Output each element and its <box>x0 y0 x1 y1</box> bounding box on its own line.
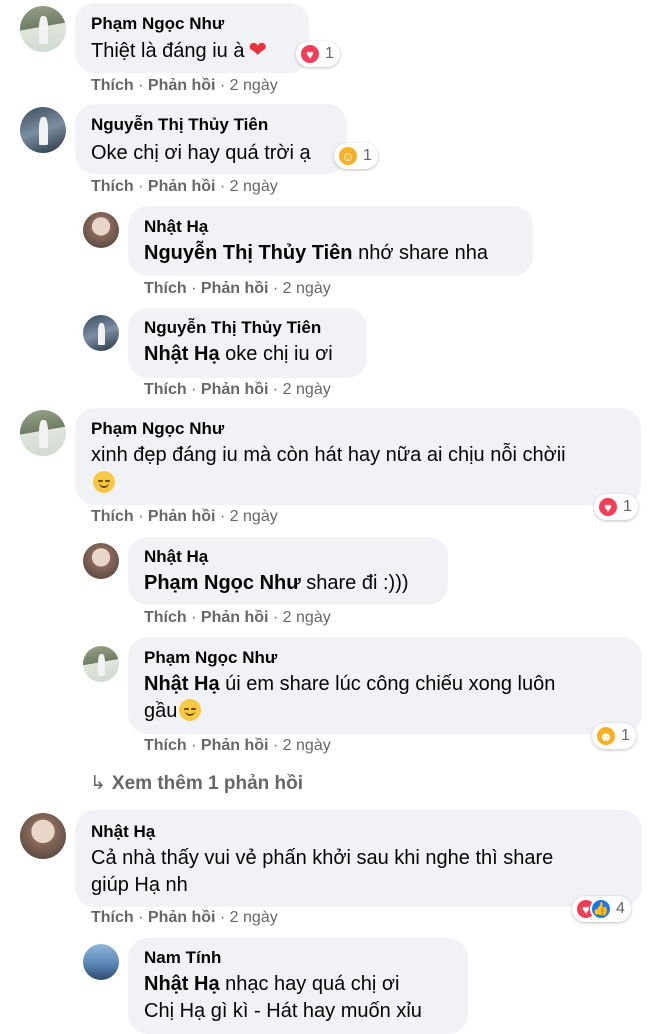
comment-actions: Thích · Phản hồi · 2 ngày <box>144 737 331 754</box>
care-reaction-icon: ☺ <box>337 145 359 167</box>
reply-button[interactable]: Phản hồi <box>201 609 269 626</box>
like-button[interactable]: Thích <box>91 508 134 525</box>
comment-text: Nhật Hạ nhạc hay quá chị ơi <box>144 973 400 995</box>
comment-text-line2: Chị Hạ gì kì - Hát hay muốn xỉu <box>144 1000 422 1022</box>
reply-button[interactable]: Phản hồi <box>148 178 216 195</box>
timestamp[interactable]: 2 ngày <box>230 77 278 94</box>
like-button[interactable]: Thích <box>144 609 187 626</box>
avatar[interactable] <box>20 107 66 153</box>
avatar[interactable] <box>83 944 119 980</box>
reaction-badge[interactable]: ☺ 1 <box>334 143 378 169</box>
comment-actions: Thích · Phản hồi · 2 ngày <box>144 280 331 297</box>
like-button[interactable]: Thích <box>91 77 134 94</box>
relieved-emoji-icon <box>179 699 202 721</box>
like-reaction-icon: 👍 <box>590 898 612 920</box>
like-button[interactable]: Thích <box>144 737 187 754</box>
reply-button[interactable]: Phản hồi <box>201 280 269 297</box>
comment-text: Nhật Hạ oke chị iu ơi <box>144 343 333 365</box>
mention-link[interactable]: Nhật Hạ <box>144 673 220 695</box>
avatar[interactable] <box>83 315 119 351</box>
avatar[interactable] <box>83 543 119 579</box>
comment-author[interactable]: Nguyễn Thị Thủy Tiên <box>91 115 268 135</box>
comment-author[interactable]: Phạm Ngọc Như <box>91 419 224 439</box>
avatar[interactable] <box>20 410 66 456</box>
see-more-replies-link[interactable]: ↳ Xem thêm 1 phản hồi <box>90 772 303 795</box>
like-button[interactable]: Thích <box>91 909 134 926</box>
reply-button[interactable]: Phản hồi <box>148 77 216 94</box>
timestamp[interactable]: 2 ngày <box>230 178 278 195</box>
comment-text: Nhật Hạ úi em share lúc công chiếu xong … <box>144 673 556 695</box>
haha-reaction-icon: ☻ <box>595 725 617 747</box>
mention-link[interactable]: Phạm Ngọc Như <box>144 572 301 594</box>
reaction-badge[interactable]: ♥ 1 <box>594 494 638 520</box>
comment-actions: Thích · Phản hồi · 2 ngày <box>91 77 278 94</box>
comment-author[interactable]: Nhật Hạ <box>91 822 155 842</box>
relieved-emoji-icon <box>93 471 115 493</box>
reply-arrow-icon: ↳ <box>90 773 106 794</box>
comment-author[interactable]: Nam Tính <box>144 948 221 968</box>
comment-text: Thiệt là đáng iu à ❤ <box>91 37 267 62</box>
comment-author[interactable]: Nguyễn Thị Thủy Tiên <box>144 318 321 338</box>
reply-button[interactable]: Phản hồi <box>201 381 269 398</box>
mention-link[interactable]: Nguyễn Thị Thủy Tiên <box>144 242 353 264</box>
timestamp[interactable]: 2 ngày <box>230 909 278 926</box>
comment-actions: Thích · Phản hồi · 2 ngày <box>144 609 331 626</box>
mention-link[interactable]: Nhật Hạ <box>144 973 220 995</box>
reaction-badge[interactable]: ♥ 1 <box>296 41 340 67</box>
comment-actions: Thích · Phản hồi · 2 ngày <box>91 508 278 525</box>
avatar[interactable] <box>83 212 119 248</box>
timestamp[interactable]: 2 ngày <box>283 737 331 754</box>
comment-actions: Thích · Phản hồi · 2 ngày <box>91 178 278 195</box>
comment-author[interactable]: Phạm Ngọc Như <box>91 14 224 34</box>
avatar[interactable] <box>20 6 66 52</box>
comment-actions: Thích · Phản hồi · 2 ngày <box>144 381 331 398</box>
mention-link[interactable]: Nhật Hạ <box>144 343 220 365</box>
reply-button[interactable]: Phản hồi <box>148 909 216 926</box>
love-reaction-icon: ♥ <box>299 43 321 65</box>
like-button[interactable]: Thích <box>91 178 134 195</box>
heart-emoji-icon: ❤ <box>248 37 267 62</box>
timestamp[interactable]: 2 ngày <box>283 280 331 297</box>
reply-button[interactable]: Phản hồi <box>201 737 269 754</box>
comment-text-line2: gầu <box>144 697 202 725</box>
timestamp[interactable]: 2 ngày <box>283 609 331 626</box>
reaction-badge[interactable]: ♥ 👍 4 <box>572 896 631 922</box>
comment-text: Nguyễn Thị Thủy Tiên nhớ share nha <box>144 242 488 264</box>
comment-author[interactable]: Nhật Hạ <box>144 217 208 237</box>
like-button[interactable]: Thích <box>144 280 187 297</box>
comment-text: Cả nhà thấy vui vẻ phấn khởi sau khi ngh… <box>91 847 554 869</box>
comment-text: xinh đẹp đáng iu mà còn hát hay nữa ai c… <box>91 444 566 466</box>
avatar[interactable] <box>83 646 119 682</box>
comment-text-line2: giúp Hạ nh <box>91 874 188 896</box>
reaction-badge[interactable]: ☻ 1 <box>592 723 636 749</box>
comment-author[interactable]: Phạm Ngọc Như <box>144 648 277 668</box>
comment-actions: Thích · Phản hồi · 2 ngày <box>91 909 278 926</box>
like-button[interactable]: Thích <box>144 381 187 398</box>
avatar[interactable] <box>20 813 66 859</box>
timestamp[interactable]: 2 ngày <box>230 508 278 525</box>
reply-button[interactable]: Phản hồi <box>148 508 216 525</box>
comment-text: Phạm Ngọc Như share đi :))) <box>144 572 409 594</box>
love-reaction-icon: ♥ <box>597 496 619 518</box>
timestamp[interactable]: 2 ngày <box>283 381 331 398</box>
comment-author[interactable]: Nhật Hạ <box>144 547 208 567</box>
comment-text: Oke chị ơi hay quá trời ạ <box>91 142 311 164</box>
comment-emoji <box>91 469 115 497</box>
